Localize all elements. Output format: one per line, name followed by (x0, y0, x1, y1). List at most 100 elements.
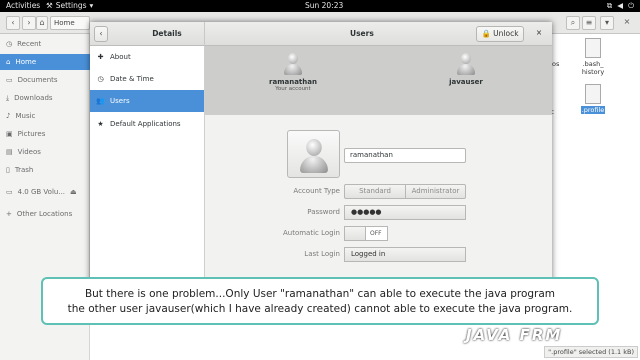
user-avatar-icon (455, 52, 477, 76)
view-options-icon[interactable]: ≡ (582, 16, 596, 30)
user-card-javauser[interactable]: javauser (433, 52, 499, 86)
account-type-label: Account Type (293, 187, 340, 195)
file-item[interactable]: .profile (580, 84, 606, 114)
eject-icon[interactable]: ⏏ (70, 184, 77, 200)
drive-icon: ▭ (6, 188, 13, 196)
settings-app-icon: ⚒ (46, 1, 53, 10)
page-title: Users (350, 29, 374, 38)
clock[interactable]: Sun 20:23 (305, 1, 343, 10)
sidebar-item-label: Downloads (14, 94, 53, 102)
password-button[interactable]: ●●●●● (344, 205, 466, 220)
sidebar-item-label: Other Locations (16, 210, 73, 218)
activities-button[interactable]: Activities (6, 1, 40, 10)
sidebar-item-label: Trash (14, 166, 34, 174)
subtitle-caption: But there is one problem...Only User "ra… (41, 277, 599, 325)
volume-icon: ◀ (617, 1, 624, 10)
settings-header: ‹ Details Users 🔒 Unlock × (90, 22, 552, 46)
nav-item-about[interactable]: ✚ About (90, 46, 204, 68)
nav-item-default-applications[interactable]: ★ Default Applications (90, 113, 204, 135)
nav-label: About (110, 53, 131, 61)
settings-window: ‹ Details Users 🔒 Unlock × ✚ About ◷ Date … (90, 22, 552, 302)
automatic-login-switch[interactable]: OFF (344, 226, 388, 241)
file-label: .bash_ history (581, 60, 605, 76)
file-icon (585, 84, 601, 104)
panel-title: Details (152, 29, 182, 38)
sidebar-item-label: Documents (17, 76, 58, 84)
sidebar-item-trash[interactable]: ▯ Trash (0, 162, 90, 178)
close-icon[interactable]: × (620, 16, 634, 30)
sidebar-item-label: Home (15, 58, 37, 66)
picture-icon: ▣ (6, 130, 13, 138)
sidebar-item-label: Recent (17, 40, 42, 48)
file-label: .profile (580, 106, 606, 114)
sidebar-item-documents[interactable]: ▭ Documents (0, 72, 90, 88)
star-icon: ★ (97, 120, 104, 128)
clock-icon: ◷ (6, 40, 13, 48)
switch-state: OFF (370, 230, 382, 237)
sidebar-item-home[interactable]: ⌂ Home (0, 54, 90, 70)
file-item[interactable]: .bash_ history (580, 38, 606, 76)
lock-icon: 🔒 (481, 29, 491, 38)
nav-item-date-time[interactable]: ◷ Date & Time (90, 68, 204, 90)
user-list: ramanathan Your account javauser (205, 46, 552, 115)
plus-icon: + (6, 210, 12, 218)
unlock-button[interactable]: 🔒 Unlock (476, 26, 524, 42)
sidebar-item-recent[interactable]: ◷ Recent (0, 36, 90, 52)
sidebar-item-videos[interactable]: ▤ Videos (0, 144, 90, 160)
clock-icon: ◷ (97, 75, 104, 83)
top-bar: Activities ⚒ Settings ▾ Sun 20:23 ⧉ ◀ ⏻ (0, 0, 640, 12)
standard-toggle[interactable]: Standard (344, 184, 406, 199)
sidebar-item-downloads[interactable]: ⤓ Downloads (0, 90, 90, 106)
system-menu[interactable]: ⧉ ◀ ⏻ (607, 1, 634, 11)
sidebar-item-volume[interactable]: ▭ 4.0 GB Volu... ⏏ (0, 184, 90, 200)
administrator-toggle[interactable]: Administrator (405, 184, 466, 199)
user-subtitle: Your account (275, 86, 311, 92)
video-icon: ▤ (6, 148, 13, 156)
last-login-label: Last Login (304, 250, 340, 258)
app-menu-label: Settings (55, 1, 87, 10)
home-icon: ⌂ (6, 58, 11, 66)
user-name: ramanathan (269, 78, 317, 86)
sidebar-item-label: Videos (17, 148, 41, 156)
header-divider (204, 22, 205, 46)
user-card-ramanathan[interactable]: ramanathan Your account (260, 52, 326, 92)
chevron-down-icon: ▾ (89, 1, 94, 10)
subtitle-line-2: the other user javauser(which I have alr… (67, 303, 573, 315)
sidebar-item-label: Music (15, 112, 36, 120)
automatic-login-label: Automatic Login (282, 229, 340, 237)
nav-item-users[interactable]: 👥 Users (90, 90, 204, 112)
sidebar-item-pictures[interactable]: ▣ Pictures (0, 126, 90, 142)
nav-label: Users (110, 97, 130, 105)
last-login-button[interactable]: Logged in (344, 247, 466, 262)
username-field[interactable]: ramanathan (344, 148, 466, 163)
status-bar: ".profile" selected (1.1 kB) (544, 346, 638, 358)
path-bar-home[interactable]: Home (50, 16, 90, 30)
user-name: javauser (449, 78, 483, 86)
back-button[interactable]: ‹ (94, 26, 108, 42)
power-icon: ⏻ (628, 1, 634, 10)
users-icon: 👥 (96, 97, 105, 105)
switch-knob (345, 227, 366, 240)
sidebar-item-other-locations[interactable]: + Other Locations (0, 206, 90, 222)
menu-icon[interactable]: ▾ (600, 16, 614, 30)
unlock-label: Unlock (493, 29, 519, 38)
network-icon: ⧉ (606, 1, 613, 10)
avatar-picker[interactable] (287, 130, 340, 178)
forward-button[interactable]: › (22, 16, 36, 30)
folder-icon: ▭ (6, 76, 13, 84)
app-menu[interactable]: ⚒ Settings ▾ (46, 1, 93, 10)
watermark-logo: JAVA FRM (466, 326, 563, 344)
search-icon[interactable]: ⌕ (566, 16, 580, 30)
sidebar-item-music[interactable]: ♪ Music (0, 108, 90, 124)
back-button[interactable]: ‹ (6, 16, 20, 30)
sidebar-item-label: Pictures (17, 130, 46, 138)
home-icon: ⌂ (36, 16, 48, 30)
close-icon[interactable]: × (532, 26, 546, 42)
settings-nav: ✚ About ◷ Date & Time 👥 Users ★ Default Appl… (90, 46, 205, 302)
music-icon: ♪ (6, 112, 11, 120)
file-icon (585, 38, 601, 58)
about-icon: ✚ (97, 53, 104, 61)
user-avatar-icon (296, 137, 330, 174)
nav-label: Date & Time (110, 75, 154, 83)
users-panel: ramanathan Your account javauser ramanat… (205, 46, 552, 302)
